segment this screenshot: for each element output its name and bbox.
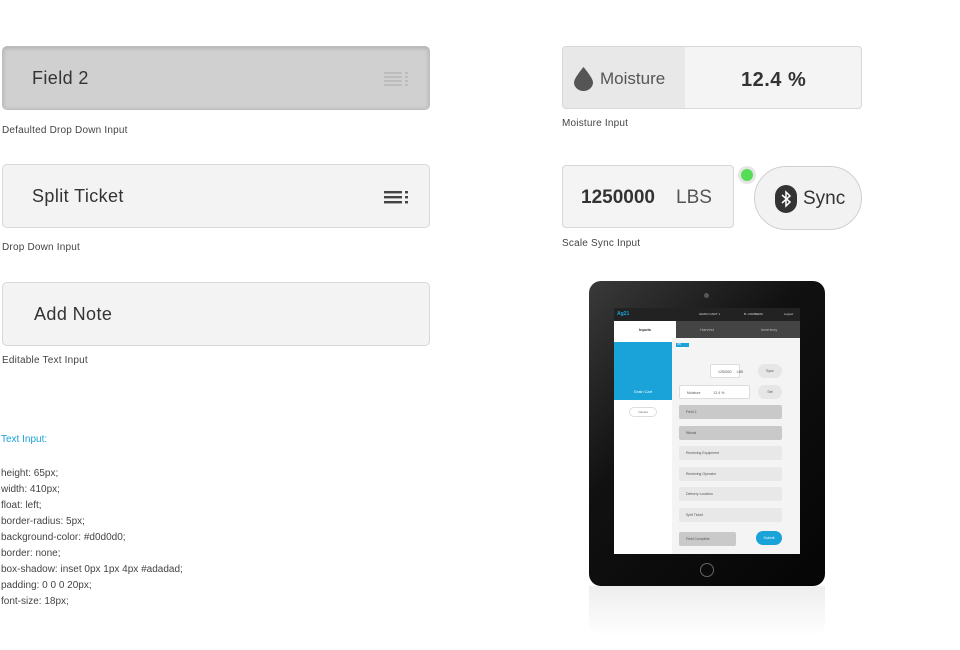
grain-cart-label: Grain Cart bbox=[633, 389, 653, 394]
tablet-scale-input[interactable]: 1250000 LBS bbox=[710, 364, 743, 378]
home-button-icon bbox=[700, 563, 714, 577]
tablet-scale-value: 1250000 bbox=[718, 370, 732, 374]
scale-unit: LBS bbox=[676, 187, 712, 208]
tablet-scale-unit: LBS bbox=[736, 370, 744, 374]
editable-text-input[interactable]: Add Note bbox=[2, 282, 430, 346]
grain-cart-card[interactable]: Grain Cart bbox=[614, 342, 672, 400]
tablet-row-crop[interactable]: Wheat bbox=[679, 426, 782, 440]
dropdown-input[interactable]: Split Ticket bbox=[2, 164, 430, 228]
list-menu-icon bbox=[384, 72, 409, 87]
on-scale-flag: ON SCALE bbox=[676, 343, 689, 350]
device-label: GRAIN CART 1 bbox=[699, 312, 720, 316]
spec-list: height: 65px; width: 410px; float: left;… bbox=[1, 466, 183, 610]
scale-caption: Scale Sync Input bbox=[562, 238, 641, 249]
tablet-field-complete-toggle[interactable]: Field Complete bbox=[679, 532, 736, 546]
editable-text-caption: Editable Text Input bbox=[2, 355, 88, 366]
status-indicator bbox=[738, 166, 756, 184]
spec-line: padding: 0 0 0 20px; bbox=[1, 580, 92, 591]
spec-line: float: left; bbox=[1, 500, 42, 511]
tablet-reflection bbox=[589, 586, 825, 636]
tablet-row-receiving-equipment[interactable]: Receiving Equipment bbox=[679, 446, 782, 460]
moisture-label-block: Moisture bbox=[563, 47, 685, 108]
defaulted-dropdown-value: Field 2 bbox=[32, 67, 89, 88]
spec-line: height: 65px; bbox=[1, 468, 59, 479]
sync-label: Sync bbox=[803, 188, 846, 209]
list-menu-icon bbox=[384, 190, 409, 205]
tablet-screen: Ag21 GRAIN CART 1 B. LINDBERG Logout Inp… bbox=[614, 308, 800, 554]
tablet-moisture-value: 12.4 % bbox=[713, 391, 725, 395]
scale-input[interactable]: 1250000 LBS bbox=[562, 165, 734, 228]
tablet-set-button[interactable]: Set bbox=[758, 385, 782, 399]
tab-inventory[interactable]: Inventory bbox=[738, 321, 800, 338]
tab-harvest[interactable]: Harvest bbox=[676, 321, 738, 338]
user-label: B. LINDBERG bbox=[744, 312, 764, 316]
scale-value: 1250000 bbox=[581, 187, 655, 208]
tablet-moisture-input[interactable]: Moisture 12.4 % bbox=[679, 385, 750, 399]
defaulted-dropdown-caption: Defaulted Drop Down Input bbox=[2, 125, 128, 136]
app-logo: Ag21 bbox=[617, 311, 630, 317]
spec-line: background-color: #d0d0d0; bbox=[1, 532, 126, 543]
status-dot bbox=[741, 169, 753, 181]
editable-text-value: Add Note bbox=[34, 303, 113, 324]
camera-icon bbox=[704, 293, 709, 298]
spec-title: Text Input: bbox=[1, 434, 48, 445]
sync-button[interactable]: Sync bbox=[754, 166, 862, 230]
moisture-caption: Moisture Input bbox=[562, 118, 629, 129]
defaulted-dropdown-input[interactable]: Field 2 bbox=[2, 46, 430, 110]
app-topbar: Ag21 GRAIN CART 1 B. LINDBERG Logout bbox=[614, 308, 800, 321]
dropdown-caption: Drop Down Input bbox=[2, 242, 81, 253]
bluetooth-icon bbox=[775, 185, 797, 213]
tablet-row-split-ticket[interactable]: Split Ticket bbox=[679, 508, 782, 522]
app-sidebar: Grain Cart Cancel bbox=[614, 338, 672, 554]
spec-line: border-radius: 5px; bbox=[1, 516, 85, 527]
tablet-sync-button[interactable]: Sync bbox=[758, 364, 782, 378]
tablet-row-receiving-operator[interactable]: Receiving Operator bbox=[679, 467, 782, 481]
dropdown-value: Split Ticket bbox=[32, 185, 124, 206]
water-drop-icon bbox=[574, 67, 593, 91]
spec-line: box-shadow: inset 0px 1px 4px #adadad; bbox=[1, 564, 183, 575]
moisture-value: 12.4 % bbox=[741, 69, 807, 91]
spec-line: border: none; bbox=[1, 548, 61, 559]
tablet-row-delivery-location[interactable]: Delivery Location bbox=[679, 487, 782, 501]
cancel-button[interactable]: Cancel bbox=[629, 407, 657, 417]
tablet-moisture-label: Moisture bbox=[687, 391, 701, 395]
moisture-label: Moisture bbox=[600, 69, 666, 88]
spec-line: width: 410px; bbox=[1, 484, 60, 495]
tablet-row-field[interactable]: Field 2 bbox=[679, 405, 782, 419]
tab-inputs[interactable]: Inputs bbox=[614, 321, 676, 338]
tablet-submit-button[interactable]: Submit bbox=[756, 531, 782, 545]
logout-link[interactable]: Logout bbox=[784, 312, 793, 316]
spec-line: font-size: 18px; bbox=[1, 596, 69, 607]
moisture-input[interactable]: Moisture 12.4 % bbox=[562, 46, 862, 109]
app-tabs: Inputs Harvest Inventory bbox=[614, 321, 800, 338]
